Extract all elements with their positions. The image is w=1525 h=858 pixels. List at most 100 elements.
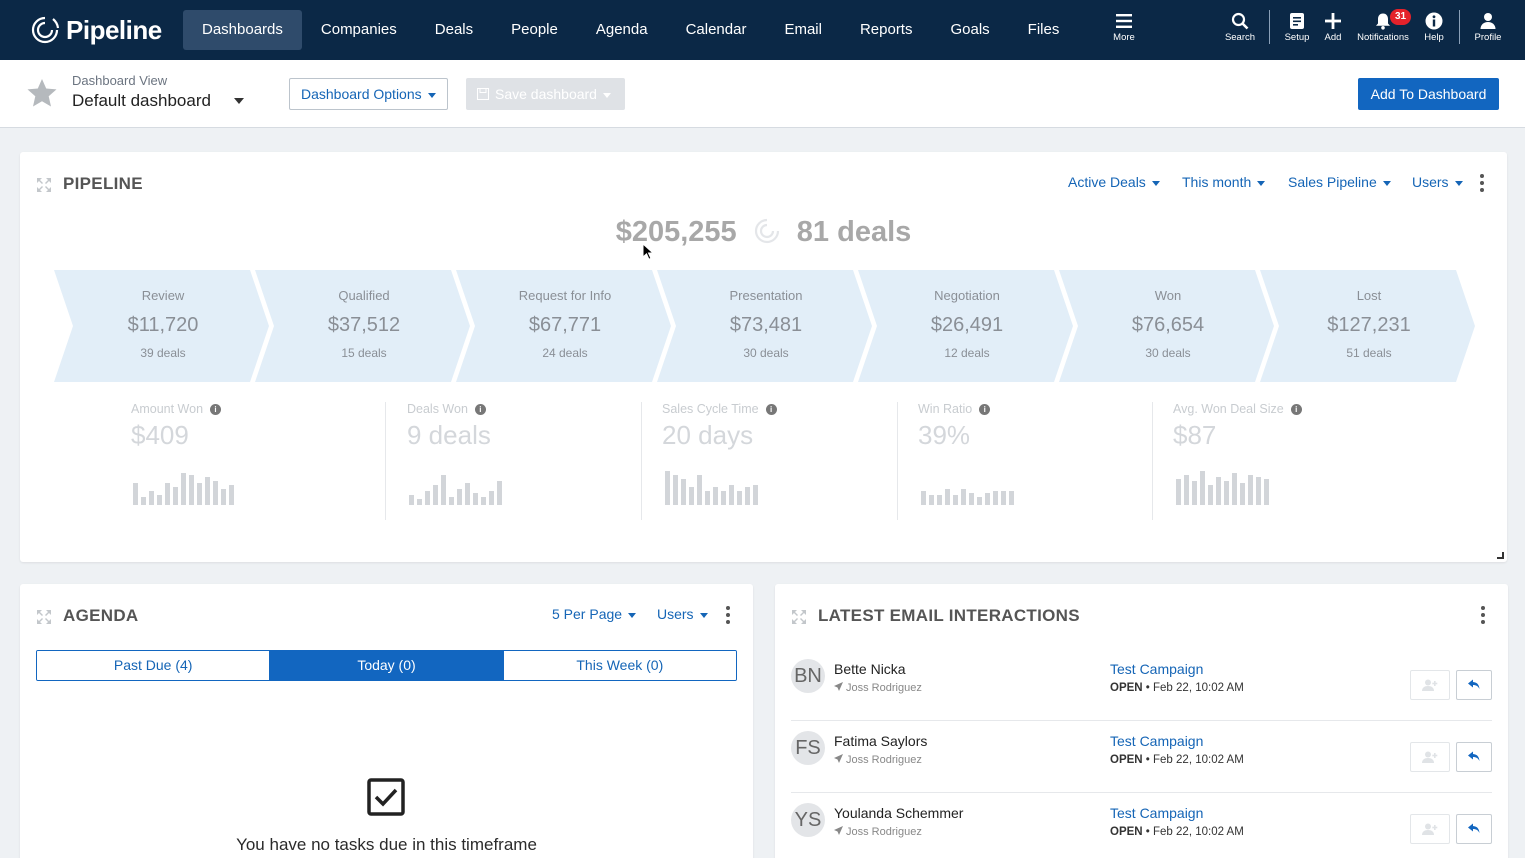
pipeline-spinner-icon xyxy=(754,218,779,244)
info-icon[interactable]: i xyxy=(1290,403,1302,415)
stage-qualified[interactable]: Qualified $37,512 15 deals xyxy=(255,270,473,382)
nav-dashboards[interactable]: Dashboards xyxy=(183,10,302,50)
kebab-menu-icon[interactable] xyxy=(1480,174,1484,195)
mouse-cursor-icon xyxy=(642,243,654,260)
nav-agenda[interactable]: Agenda xyxy=(577,10,667,50)
nav-divider xyxy=(1459,10,1460,44)
pipeline-title: PIPELINE xyxy=(63,174,143,193)
more-button[interactable]: More xyxy=(1108,12,1140,43)
tab-this-week[interactable]: This Week (0) xyxy=(503,651,736,680)
campaign-link[interactable]: Test Campaign xyxy=(1110,733,1203,749)
users-label: Users xyxy=(657,606,694,622)
tab-today[interactable]: Today (0) xyxy=(270,651,504,680)
setup-button[interactable]: Setup xyxy=(1281,12,1313,43)
stage-presentation[interactable]: Presentation $73,481 30 deals xyxy=(657,270,875,382)
metric-deals-won: Deals Won i 9 deals xyxy=(407,402,647,451)
info-icon[interactable]: i xyxy=(765,403,777,415)
nav-files[interactable]: Files xyxy=(1009,10,1079,50)
profile-button[interactable]: Profile xyxy=(1470,12,1506,43)
stage-name: Qualified xyxy=(338,288,390,303)
contact-name[interactable]: Youlanda Schemmer xyxy=(834,805,963,821)
caret-down-icon xyxy=(602,92,611,98)
kebab-menu-icon[interactable] xyxy=(1481,606,1485,627)
divider xyxy=(385,402,386,520)
user-icon xyxy=(1480,13,1496,29)
add-user-icon xyxy=(1422,823,1438,835)
contact-name[interactable]: Bette Nicka xyxy=(834,661,906,677)
logo[interactable]: Pipeline xyxy=(30,12,162,48)
expand-icon[interactable] xyxy=(36,609,52,625)
contact-name[interactable]: Fatima Saylors xyxy=(834,733,927,749)
search-button[interactable]: Search xyxy=(1222,12,1258,43)
metric-amount-won: Amount Won i $409 xyxy=(131,402,371,451)
stage-deals: 39 deals xyxy=(140,346,186,360)
nav-people[interactable]: People xyxy=(492,10,577,50)
pipeline-filter[interactable]: Sales Pipeline xyxy=(1288,174,1391,190)
add-contact-button[interactable] xyxy=(1410,670,1450,700)
add-contact-button[interactable] xyxy=(1410,814,1450,844)
info-icon[interactable]: i xyxy=(210,403,222,415)
help-label: Help xyxy=(1424,32,1444,43)
expand-icon[interactable] xyxy=(36,177,52,193)
add-to-dashboard-button[interactable]: Add To Dashboard xyxy=(1358,78,1499,110)
tab-past-due[interactable]: Past Due (4) xyxy=(37,651,271,680)
setup-label: Setup xyxy=(1284,32,1310,43)
dashboard-options-label: Dashboard Options xyxy=(301,86,422,102)
reply-icon xyxy=(1468,823,1480,833)
campaign-link[interactable]: Test Campaign xyxy=(1110,661,1203,677)
active-deals-filter[interactable]: Active Deals xyxy=(1068,174,1160,190)
reply-button[interactable] xyxy=(1456,814,1492,844)
nav-reports[interactable]: Reports xyxy=(841,10,932,50)
stage-won[interactable]: Won $76,654 30 deals xyxy=(1059,270,1277,382)
chevron-down-icon[interactable] xyxy=(234,98,244,104)
stage-request-for-info[interactable]: Request for Info $67,771 24 deals xyxy=(456,270,674,382)
sparkline-win-ratio xyxy=(921,467,1021,505)
resize-handle[interactable] xyxy=(1497,552,1504,559)
send-icon xyxy=(834,682,843,691)
stage-negotiation[interactable]: Negotiation $26,491 12 deals xyxy=(858,270,1076,382)
stage-review[interactable]: Review $11,720 39 deals xyxy=(54,270,272,382)
divider xyxy=(897,402,898,520)
nav-goals[interactable]: Goals xyxy=(931,10,1008,50)
reply-button[interactable] xyxy=(1456,670,1492,700)
users-filter[interactable]: Users xyxy=(657,606,708,622)
users-filter[interactable]: Users xyxy=(1412,174,1463,190)
sent-by: Joss Rodriguez xyxy=(834,826,922,838)
add-button[interactable]: Add xyxy=(1320,12,1346,43)
metric-avg-won-deal-size: Avg. Won Deal Size i $87 xyxy=(1173,402,1413,451)
nav-companies[interactable]: Companies xyxy=(302,10,416,50)
reply-button[interactable] xyxy=(1456,742,1492,772)
info-icon[interactable]: i xyxy=(979,403,991,415)
email-status: OPEN • Feb 22, 10:02 AM xyxy=(1110,754,1244,766)
email-row: BN Bette Nicka Joss Rodriguez Test Campa… xyxy=(775,649,1508,721)
timeframe-filter[interactable]: This month xyxy=(1182,174,1266,190)
save-dashboard-button[interactable]: Save dashboard xyxy=(466,78,625,110)
stage-deals: 15 deals xyxy=(341,346,387,360)
dashboard-options-button[interactable]: Dashboard Options xyxy=(289,78,448,110)
sent-by-name: Joss Rodriguez xyxy=(846,754,922,766)
expand-icon[interactable] xyxy=(791,609,807,625)
nav-calendar[interactable]: Calendar xyxy=(667,10,766,50)
caret-down-icon xyxy=(1151,180,1160,186)
add-contact-button[interactable] xyxy=(1410,742,1450,772)
save-dashboard-label: Save dashboard xyxy=(495,86,597,102)
per-page-select[interactable]: 5 Per Page xyxy=(552,606,637,622)
status-label: OPEN xyxy=(1110,826,1143,838)
caret-down-icon xyxy=(427,92,436,98)
help-button[interactable]: Help xyxy=(1420,12,1448,43)
star-icon[interactable] xyxy=(26,78,58,108)
stage-name: Lost xyxy=(1356,288,1382,303)
campaign-link[interactable]: Test Campaign xyxy=(1110,805,1203,821)
search-label: Search xyxy=(1224,32,1256,43)
nav-deals[interactable]: Deals xyxy=(416,10,492,50)
agenda-widget: AGENDA 5 Per Page Users Past Due (4) Tod… xyxy=(20,584,753,858)
dashboard-view-select[interactable]: Default dashboard xyxy=(72,91,211,111)
nav-email[interactable]: Email xyxy=(765,10,841,50)
stage-amount: $11,720 xyxy=(127,314,199,336)
kebab-menu-icon[interactable] xyxy=(726,606,730,627)
info-icon[interactable]: i xyxy=(474,403,486,415)
profile-label: Profile xyxy=(1474,32,1502,43)
stage-deals: 30 deals xyxy=(743,346,789,360)
stage-lost[interactable]: Lost $127,231 51 deals xyxy=(1260,270,1478,382)
filter-label: This month xyxy=(1182,174,1252,190)
